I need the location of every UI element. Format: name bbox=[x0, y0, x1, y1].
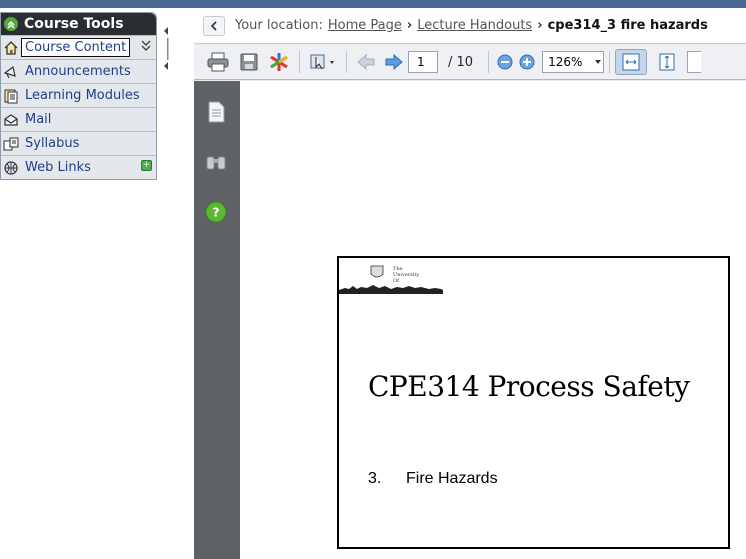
page-total: / 10 bbox=[448, 54, 474, 70]
pdf-toolbar: 1 / 10 126% bbox=[194, 45, 746, 80]
tool-item-mail[interactable]: Mail bbox=[1, 107, 156, 131]
course-tools-panel: Course Tools Course Content Announcement… bbox=[0, 12, 157, 180]
fit-width-icon[interactable] bbox=[615, 49, 648, 75]
breadcrumb-current: cpe314_3 fire hazards bbox=[547, 18, 708, 33]
panel-resize-handle[interactable] bbox=[162, 20, 170, 70]
breadcrumb: Your location: Home Page › Lecture Hando… bbox=[194, 8, 746, 44]
module-icon bbox=[2, 87, 20, 105]
toolbar-divider bbox=[488, 51, 490, 73]
slide: The University Of CPE314 Process Safety … bbox=[337, 256, 730, 549]
slide-item-number: 3. bbox=[368, 470, 382, 487]
select-tool-dropdown[interactable] bbox=[305, 49, 341, 75]
binoculars-icon[interactable] bbox=[205, 153, 227, 175]
viewer-sidebar: ? bbox=[194, 81, 240, 559]
svg-text:?: ? bbox=[213, 206, 220, 220]
home-icon bbox=[2, 39, 20, 57]
toolbar-divider bbox=[346, 51, 347, 73]
top-strip bbox=[0, 0, 746, 8]
zoom-level-value: 126% bbox=[548, 55, 583, 69]
previous-page-icon[interactable] bbox=[352, 49, 380, 75]
course-tools-title: Course Tools bbox=[24, 16, 124, 32]
document-viewer: Your location: Home Page › Lecture Hando… bbox=[194, 8, 746, 559]
course-tools-header[interactable]: Course Tools bbox=[1, 13, 156, 35]
slide-item-text: Fire Hazards bbox=[406, 470, 498, 487]
tool-item-announcements[interactable]: Announcements bbox=[1, 59, 156, 83]
tool-item-label: Learning Modules bbox=[25, 88, 140, 103]
breadcrumb-link-lecture-handouts[interactable]: Lecture Handouts bbox=[417, 18, 532, 33]
collapse-up-icon[interactable] bbox=[4, 17, 18, 31]
save-icon[interactable] bbox=[234, 49, 264, 75]
tool-item-web-links[interactable]: Web Links + bbox=[1, 155, 156, 179]
left-panel: Course Tools Course Content Announcement… bbox=[0, 8, 194, 559]
university-logo: The University Of bbox=[339, 258, 443, 296]
breadcrumb-prefix: Your location: bbox=[235, 18, 323, 33]
tool-item-label: Syllabus bbox=[25, 136, 80, 151]
zoom-out-icon[interactable] bbox=[494, 49, 516, 75]
next-page-icon[interactable] bbox=[380, 49, 408, 75]
toolbar-divider bbox=[609, 51, 611, 73]
pages-icon[interactable] bbox=[206, 101, 226, 127]
toolbar-divider bbox=[299, 51, 300, 73]
tool-item-syllabus[interactable]: Syllabus bbox=[1, 131, 156, 155]
help-icon[interactable]: ? bbox=[205, 201, 227, 227]
add-link-icon[interactable]: + bbox=[141, 160, 152, 171]
page-number-input[interactable]: 1 bbox=[408, 51, 438, 73]
svg-text:Of: Of bbox=[393, 278, 400, 284]
tool-item-label: Mail bbox=[25, 112, 52, 127]
syllabus-icon bbox=[2, 135, 20, 153]
globe-icon bbox=[2, 159, 20, 177]
megaphone-icon bbox=[2, 63, 20, 81]
zoom-level-select[interactable]: 126% bbox=[542, 51, 605, 73]
breadcrumb-separator-icon: › bbox=[537, 18, 543, 33]
find-input[interactable] bbox=[687, 51, 702, 73]
mail-icon bbox=[2, 111, 20, 129]
tool-item-course-content[interactable]: Course Content bbox=[1, 35, 156, 59]
back-button[interactable] bbox=[203, 15, 225, 36]
chevron-down-icon[interactable] bbox=[136, 34, 155, 57]
tool-item-learning-modules[interactable]: Learning Modules bbox=[1, 83, 156, 107]
tool-item-label: Course Content bbox=[21, 38, 131, 57]
tool-item-label: Announcements bbox=[25, 64, 131, 79]
document-page: The University Of CPE314 Process Safety … bbox=[240, 81, 746, 559]
breadcrumb-link-home[interactable]: Home Page bbox=[328, 18, 402, 33]
chevron-down-icon bbox=[595, 60, 602, 64]
tool-item-label: Web Links bbox=[25, 160, 91, 175]
breadcrumb-separator-icon: › bbox=[406, 18, 413, 33]
collaborate-icon[interactable] bbox=[264, 49, 294, 75]
print-icon[interactable] bbox=[202, 49, 234, 75]
fit-page-icon[interactable] bbox=[651, 49, 683, 75]
slide-title: CPE314 Process Safety bbox=[368, 370, 690, 403]
zoom-in-icon[interactable] bbox=[516, 49, 538, 75]
